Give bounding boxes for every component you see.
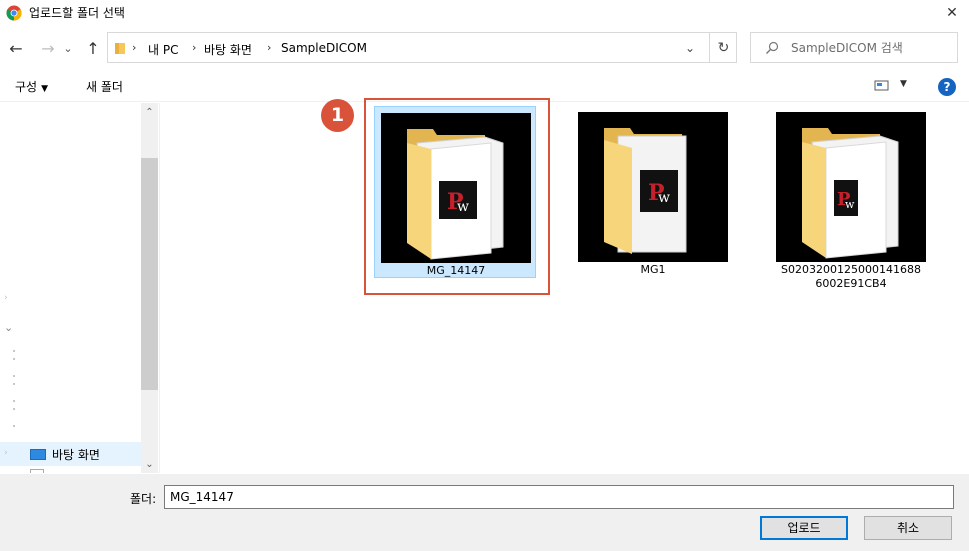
chrome-icon [6, 5, 22, 21]
new-folder-button[interactable]: 새 폴더 [86, 78, 123, 95]
search-input[interactable] [791, 39, 951, 57]
chevron-right-icon[interactable]: › [4, 293, 8, 303]
folder-thumbnail: P w [578, 112, 728, 262]
forward-button[interactable]: → [38, 38, 58, 58]
window-title: 업로드할 폴더 선택 [29, 6, 125, 20]
folder-name-input[interactable] [164, 485, 954, 509]
tree-line [13, 375, 15, 377]
folder-icon: P w [776, 112, 926, 262]
scrollbar[interactable]: ⌃ ⌄ [141, 103, 158, 473]
folder-icon [115, 43, 125, 54]
desktop-icon [30, 449, 46, 460]
caret-down-icon: ▼ [41, 84, 49, 94]
annotation-step-badge: 1 [321, 99, 354, 132]
svg-text:w: w [658, 190, 670, 206]
scroll-down-icon[interactable]: ⌄ [141, 459, 158, 470]
view-icon [874, 80, 889, 91]
breadcrumb-my-pc[interactable]: 내 PC [148, 41, 178, 58]
breadcrumb-separator: › [192, 41, 197, 54]
refresh-button[interactable]: ↻ [709, 33, 737, 62]
organize-menu[interactable]: 구성 ▼ [15, 78, 48, 95]
folder-name: MG1 [640, 263, 666, 276]
folder-icon: P w [578, 112, 728, 262]
scrollbar-thumb[interactable] [141, 158, 158, 390]
tree-line [13, 400, 15, 402]
search-icon [766, 41, 779, 54]
chevron-down-icon[interactable]: ⌄ [4, 321, 13, 334]
tree-line [13, 425, 15, 427]
cancel-button[interactable]: 취소 [864, 516, 952, 540]
annotation-highlight-box [364, 98, 550, 295]
address-dropdown-button[interactable]: ⌄ [680, 38, 700, 58]
search-box[interactable] [750, 32, 958, 63]
organize-label: 구성 [15, 80, 38, 94]
title-bar: 업로드할 폴더 선택 ✕ [0, 0, 969, 26]
breadcrumb-separator: › [267, 41, 272, 54]
close-icon: ✕ [946, 5, 958, 21]
help-button[interactable]: ? [938, 78, 956, 96]
caret-down-icon: ▼ [900, 79, 907, 89]
svg-text:w: w [845, 198, 855, 211]
arrow-left-icon: ← [9, 38, 23, 58]
arrow-up-icon: ↑ [86, 38, 100, 58]
nav-item-label: 바탕 화면 [52, 448, 100, 462]
tree-line [13, 358, 15, 360]
tree-line [13, 408, 15, 410]
scroll-up-icon[interactable]: ⌃ [141, 107, 158, 118]
address-bar[interactable]: › 내 PC › 바탕 화면 › SampleDICOM ⌄ ↻ [107, 32, 737, 63]
up-button[interactable]: ↑ [83, 38, 103, 58]
navigation-bar: ← → ⌄ ↑ › 내 PC › 바탕 화면 › SampleDICOM ⌄ ↻ [0, 32, 969, 64]
breadcrumb-sampledicom[interactable]: SampleDICOM [281, 41, 367, 55]
folder-icon [30, 469, 44, 473]
footer-panel: 폴더: 업로드 취소 [0, 474, 969, 551]
chevron-right-icon[interactable]: › [4, 448, 8, 458]
folder-item[interactable]: P w S0203200125000141688 6002E91CB4 [770, 106, 932, 290]
refresh-icon: ↻ [717, 39, 730, 56]
folder-name-line: 6002E91CB4 [815, 277, 887, 290]
folder-thumbnail: P w [776, 112, 926, 262]
tree-line [13, 383, 15, 385]
recent-locations-button[interactable]: ⌄ [61, 38, 75, 58]
breadcrumb-separator: › [132, 41, 137, 54]
view-options-button[interactable]: ▼ [874, 78, 914, 94]
folder-item[interactable]: P w MG1 [572, 106, 734, 276]
breadcrumb-desktop[interactable]: 바탕 화면 [204, 41, 252, 58]
back-button[interactable]: ← [6, 38, 26, 58]
folder-field-label: 폴더: [130, 492, 157, 506]
nav-item-desktop[interactable]: › 바탕 화면 [0, 442, 141, 466]
folder-name-line: S0203200125000141688 [781, 263, 921, 276]
tree-line [13, 350, 15, 352]
arrow-right-icon: → [41, 38, 55, 58]
navigation-pane[interactable]: › ⌄ › 바탕 화면 ⌃ ⌄ [0, 103, 160, 473]
upload-button[interactable]: 업로드 [760, 516, 848, 540]
folder-name: S0203200125000141688 6002E91CB4 [770, 263, 932, 291]
close-button[interactable]: ✕ [935, 0, 969, 26]
chevron-down-icon: ⌄ [684, 41, 696, 55]
chevron-down-icon: ⌄ [63, 41, 73, 55]
